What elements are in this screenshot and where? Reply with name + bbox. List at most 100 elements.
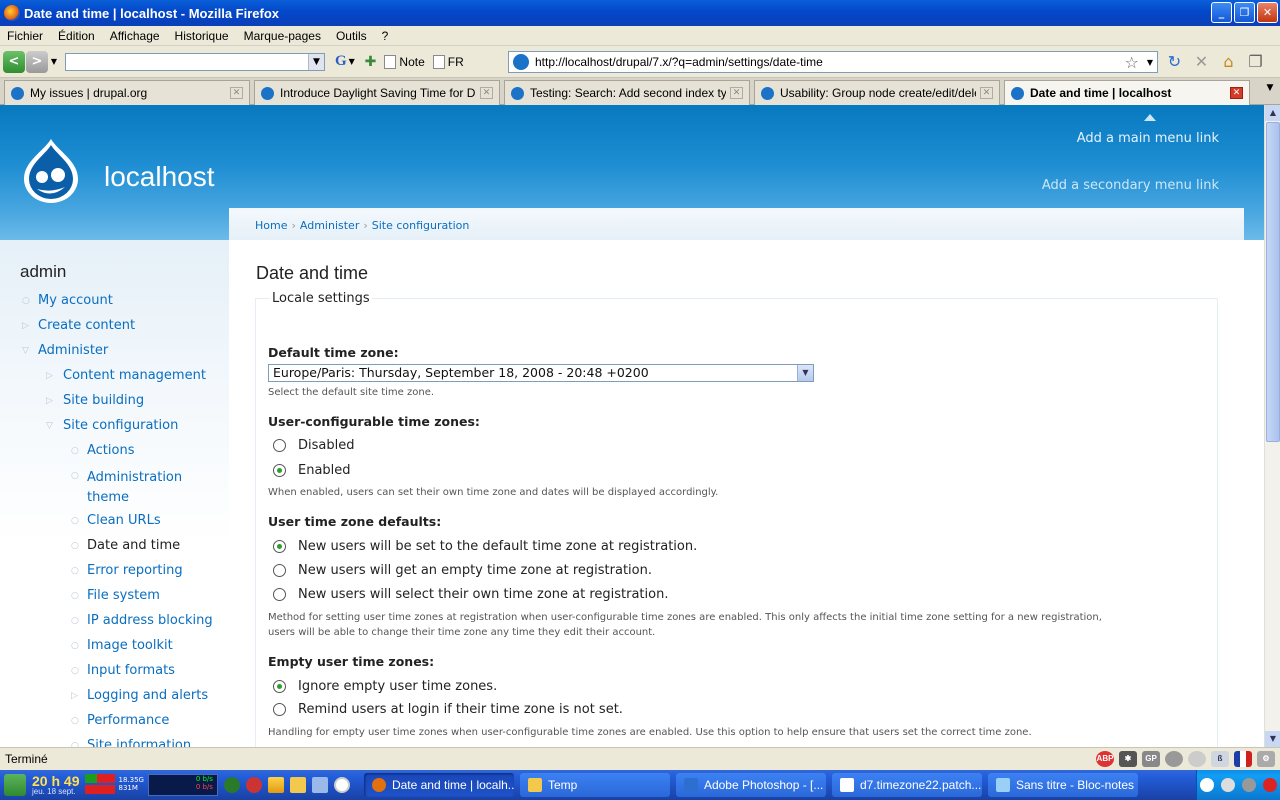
back-button[interactable]: < [3,50,25,73]
minimize-button[interactable]: _ [1211,2,1232,23]
tab-dst[interactable]: Introduce Daylight Saving Time for Dru..… [254,80,500,105]
sidebar-item-performance[interactable]: Performance [87,713,169,728]
radio-button-checked[interactable] [273,464,286,477]
sidebar-item-actions[interactable]: Actions [87,443,135,458]
firefox-addon-icon[interactable]: ß [1211,751,1229,767]
gear-icon[interactable]: ⚙ [1257,751,1275,767]
radio-disabled[interactable]: Disabled [273,438,354,453]
default-timezone-select[interactable]: Europe/Paris: Thursday, September 18, 20… [268,364,814,382]
radio-default-timezone[interactable]: New users will be set to the default tim… [273,539,697,554]
add-secondary-menu-link[interactable]: Add a secondary menu link [1042,178,1219,193]
restore-button[interactable]: ❐ [1234,2,1255,23]
radio-button[interactable] [273,439,286,452]
chevron-down-icon[interactable]: ▼ [308,53,324,70]
language-button[interactable]: FR [432,54,464,69]
history-dropdown-icon[interactable]: ▼ [49,57,59,66]
tab-usability[interactable]: Usability: Group node create/edit/delet.… [754,80,1000,105]
tab-close-icon[interactable]: ✕ [980,87,993,99]
task-temp-folder[interactable]: Temp [519,773,670,797]
sidebar-item-file-system[interactable]: File system [87,588,160,603]
volume-icon[interactable] [1241,778,1256,792]
tab-close-icon[interactable]: ✕ [480,87,493,99]
breadcrumb-home[interactable]: Home [255,219,287,232]
network-icon[interactable] [1221,778,1236,792]
page-scrollbar[interactable]: ▲ ▼ [1264,105,1280,747]
sidebar-item-site-building[interactable]: Site building [63,393,144,408]
add-main-menu-link[interactable]: Add a main menu link [1077,131,1219,146]
sidebar-item-my-account[interactable]: My account [38,293,113,308]
sidebar-item-site-configuration[interactable]: Site configuration [63,418,178,433]
quicklaunch-icon[interactable] [311,777,328,793]
radio-empty-timezone[interactable]: New users will get an empty time zone at… [273,563,652,578]
quicklaunch-icon[interactable] [223,777,240,793]
radio-enabled[interactable]: Enabled [273,463,351,478]
scroll-down-icon[interactable]: ▼ [1265,731,1280,747]
sidebar-item-date-and-time[interactable]: Date and time [87,538,180,553]
radio-button[interactable] [273,588,286,601]
task-notepad[interactable]: Sans titre - Bloc-notes [987,773,1138,797]
search-engine-dropdown-icon[interactable]: ▼ [347,57,357,66]
sidebar-item-administer[interactable]: Administer [38,343,108,358]
sidebar-item-create-content[interactable]: Create content [38,318,135,333]
tab-date-and-time[interactable]: Date and time | localhost ✕ [1004,80,1250,105]
sidebar-item-error-reporting[interactable]: Error reporting [87,563,183,578]
url-dropdown-icon[interactable]: ▼ [1147,58,1153,67]
radio-remind-users[interactable]: Remind users at login if their time zone… [273,702,623,717]
menu-marque-pages[interactable]: Marque-pages [244,29,321,43]
adblock-icon[interactable]: ABP [1096,751,1114,767]
sidebar-item-content-management[interactable]: Content management [63,368,206,383]
radio-button-checked[interactable] [273,540,286,553]
sidebar-item-image-toolkit[interactable]: Image toolkit [87,638,173,653]
status-indicator-icon[interactable] [1165,751,1183,767]
quicklaunch-icon[interactable] [333,777,350,793]
window-switch-icon[interactable]: ❐ [1246,52,1265,71]
menu-historique[interactable]: Historique [175,29,229,43]
tab-close-icon[interactable]: ✕ [230,87,243,99]
google-search-icon[interactable]: G [335,53,347,70]
folder-icon[interactable] [289,777,306,793]
menu-fichier[interactable]: Fichier [7,29,43,43]
tab-close-icon[interactable]: ✕ [1230,87,1243,99]
menu-outils[interactable]: Outils [336,29,367,43]
sidebar-item-site-information[interactable]: Site information [87,738,191,747]
radio-select-timezone[interactable]: New users will select their own time zon… [273,587,668,602]
gp-icon[interactable]: GP [1142,751,1160,767]
chevron-down-icon[interactable]: ▼ [797,365,813,381]
radio-ignore-empty[interactable]: Ignore empty user time zones. [273,679,497,694]
close-window-button[interactable]: ✕ [1257,2,1278,23]
tray-app-icon[interactable] [1262,778,1277,792]
breadcrumb-administer[interactable]: Administer [300,219,359,232]
bookmark-star-icon[interactable]: ☆ [1125,53,1139,72]
stop-icon[interactable]: ✕ [1192,52,1211,71]
task-patch-file[interactable]: d7.timezone22.patch... [831,773,982,797]
forward-button[interactable]: > [26,50,48,73]
note-button[interactable]: Note [384,54,425,69]
sidebar-item-clean-urls[interactable]: Clean URLs [87,513,161,528]
url-text[interactable]: http://localhost/drupal/7.x/?q=admin/set… [535,55,1125,69]
scroll-up-icon[interactable]: ▲ [1265,105,1280,121]
menu-affichage[interactable]: Affichage [110,29,160,43]
toolbar-search-input[interactable]: ▼ [65,52,325,71]
home-icon[interactable]: ⌂ [1219,52,1238,71]
firebug-icon[interactable]: ✱ [1119,751,1137,767]
sidebar-item-administration-theme[interactable]: Administration theme [87,468,207,508]
url-bar[interactable]: http://localhost/drupal/7.x/?q=admin/set… [508,51,1158,73]
drupal-logo[interactable] [22,137,80,205]
scrollbar-thumb[interactable] [1266,122,1280,442]
addon-icon[interactable]: ✚ [365,53,377,70]
tab-close-icon[interactable]: ✕ [730,87,743,99]
tab-list-dropdown-icon[interactable]: ▼ [1262,83,1278,93]
breadcrumb-site-configuration[interactable]: Site configuration [372,219,470,232]
tab-testing-search[interactable]: Testing: Search: Add second index typ...… [504,80,750,105]
tab-my-issues[interactable]: My issues | drupal.org ✕ [4,80,250,105]
reload-icon[interactable]: ↻ [1165,52,1184,71]
radio-button[interactable] [273,703,286,716]
french-flag-icon[interactable] [1234,751,1252,767]
menu-edition[interactable]: Édition [58,29,95,43]
task-firefox[interactable]: Date and time | localh... [363,773,514,797]
site-name[interactable]: localhost [104,161,215,193]
fieldset-legend[interactable]: Locale settings [270,291,372,306]
sidebar-item-input-formats[interactable]: Input formats [87,663,175,678]
quicklaunch-icon[interactable] [267,777,284,793]
start-button[interactable] [4,774,26,796]
